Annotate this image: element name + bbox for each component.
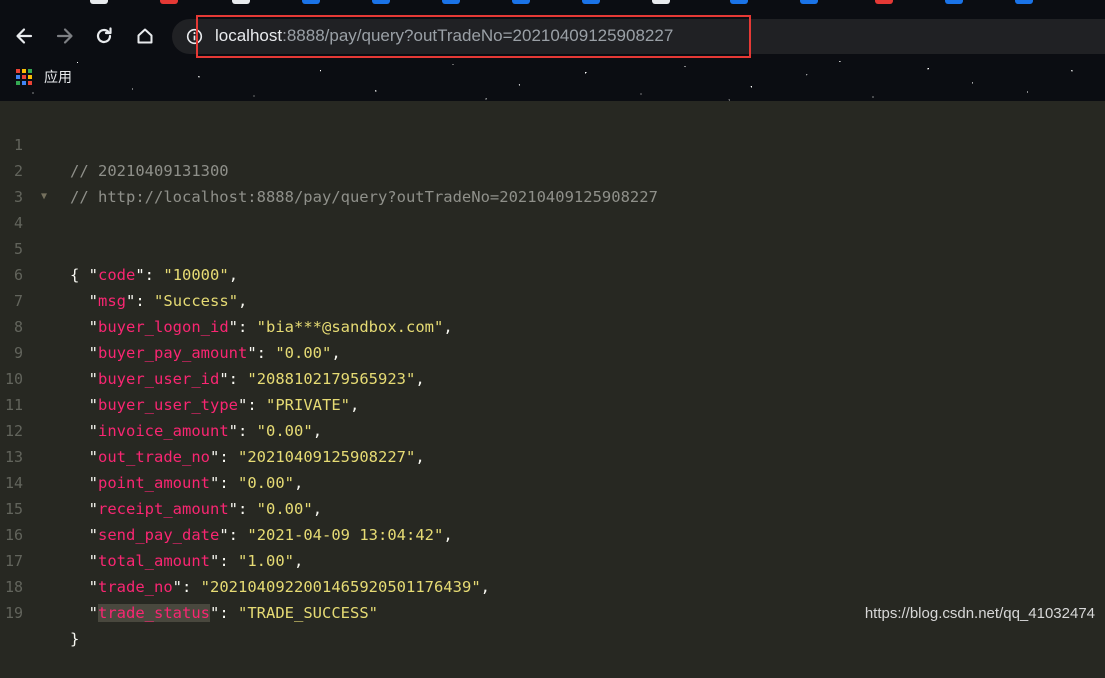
tab-favicon[interactable] bbox=[875, 0, 893, 4]
tab-favicon[interactable] bbox=[512, 0, 530, 4]
json-field-line: 16 "total_amount": "1.00", bbox=[0, 496, 1105, 570]
tab-favicon[interactable] bbox=[372, 0, 390, 4]
json-field-line: 17 "trade_no": "202104092200146592050117… bbox=[0, 522, 1105, 596]
watermark-text: https://blog.csdn.net/qq_41032474 bbox=[864, 605, 1095, 622]
line-number: 19 bbox=[4, 604, 23, 622]
code-line: 3 bbox=[0, 158, 1105, 206]
json-field-line: 5 "code": "10000", bbox=[0, 210, 1105, 284]
back-button[interactable] bbox=[10, 22, 38, 50]
bookmark-label: 应用 bbox=[44, 70, 72, 86]
tab-favicon[interactable] bbox=[90, 0, 108, 4]
json-key-selected[interactable]: trade_status bbox=[98, 604, 210, 622]
json-field-line: 7 "buyer_logon_id": "bia***@sandbox.com"… bbox=[0, 262, 1105, 336]
tab-favicon[interactable] bbox=[442, 0, 460, 4]
code-line: 1 // 20210409131300 bbox=[0, 106, 1105, 180]
home-button[interactable] bbox=[131, 22, 159, 50]
code-line: 2 // http://localhost:8888/pay/query?out… bbox=[0, 132, 1105, 206]
info-icon[interactable] bbox=[186, 28, 203, 45]
tab-favicon[interactable] bbox=[302, 0, 320, 4]
json-field-line: 13 "point_amount": "0.00", bbox=[0, 418, 1105, 492]
code-line: 19 } bbox=[0, 574, 1105, 648]
browser-chrome: localhost:8888/pay/query?outTradeNo=2021… bbox=[0, 0, 1105, 101]
code-line: 4 ▼ { bbox=[0, 184, 1105, 284]
close-brace: } bbox=[70, 630, 80, 648]
forward-arrow-icon bbox=[56, 28, 73, 44]
json-field-line: 14 "receipt_amount": "0.00", bbox=[0, 444, 1105, 518]
tab-favicon[interactable] bbox=[582, 0, 600, 4]
tab-favicon[interactable] bbox=[160, 0, 178, 4]
tab-favicon[interactable] bbox=[1015, 0, 1033, 4]
reload-icon bbox=[96, 27, 112, 44]
bookmarks-bar: 应用 bbox=[0, 62, 1105, 92]
url-path: :8888/pay/query?outTradeNo=2021040912590… bbox=[282, 26, 674, 45]
reload-button[interactable] bbox=[90, 22, 118, 50]
tab-favicon[interactable] bbox=[232, 0, 250, 4]
address-bar[interactable]: localhost:8888/pay/query?outTradeNo=2021… bbox=[172, 19, 1105, 54]
json-field: "trade_status": "TRADE_SUCCESS" bbox=[88, 604, 379, 622]
tab-favicon[interactable] bbox=[730, 0, 748, 4]
json-field-line: 15 "send_pay_date": "2021-04-09 13:04:42… bbox=[0, 470, 1105, 544]
json-field-line: 12 "out_trade_no": "20210409125908227", bbox=[0, 392, 1105, 466]
json-field-line: 9 "buyer_user_id": "2088102179565923", bbox=[0, 314, 1105, 388]
tab-favicon[interactable] bbox=[652, 0, 670, 4]
url-text[interactable]: localhost:8888/pay/query?outTradeNo=2021… bbox=[215, 26, 673, 46]
back-arrow-icon bbox=[16, 28, 33, 44]
home-icon bbox=[137, 28, 153, 44]
bookmark-apps[interactable]: 应用 bbox=[16, 67, 72, 87]
json-field-line: 10 "buyer_user_type": "PRIVATE", bbox=[0, 340, 1105, 414]
forward-button[interactable] bbox=[51, 22, 79, 50]
json-viewer: 1 // 20210409131300 2 // http://localhos… bbox=[0, 101, 1105, 648]
fold-toggle-icon[interactable]: ▼ bbox=[41, 184, 47, 210]
json-field-line: 6 "msg": "Success", bbox=[0, 236, 1105, 310]
url-host: localhost bbox=[215, 26, 283, 45]
json-field-line: 11 "invoice_amount": "0.00", bbox=[0, 366, 1105, 440]
json-value: TRADE_SUCCESS bbox=[247, 604, 369, 622]
tab-favicon[interactable] bbox=[945, 0, 963, 4]
tab-strip[interactable] bbox=[0, 0, 1105, 4]
json-field-line: 18 "trade_status": "TRADE_SUCCESS" bbox=[0, 548, 1105, 622]
apps-grid-icon bbox=[16, 68, 33, 86]
tab-favicon[interactable] bbox=[800, 0, 818, 4]
json-field-line: 8 "buyer_pay_amount": "0.00", bbox=[0, 288, 1105, 362]
